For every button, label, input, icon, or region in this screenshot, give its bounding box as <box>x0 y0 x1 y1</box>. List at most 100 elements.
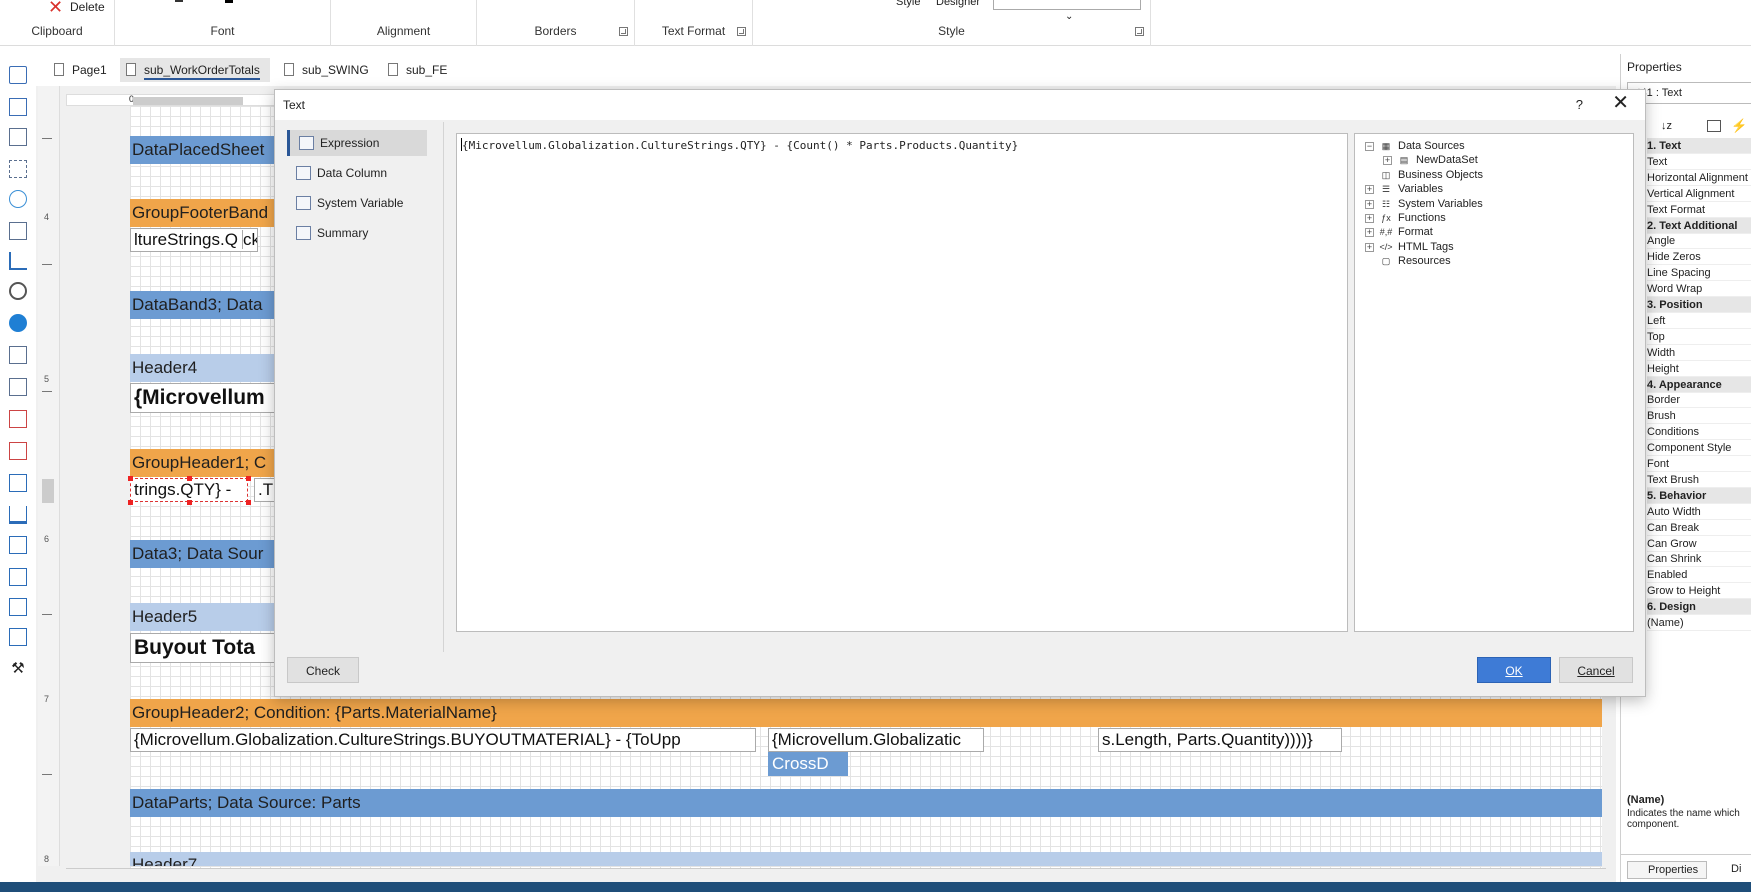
property-category[interactable]: 1. Text <box>1647 138 1751 154</box>
rich-text-icon[interactable] <box>9 222 27 240</box>
list-icon[interactable] <box>9 598 27 616</box>
band-groupheader2[interactable]: GroupHeader2; Condition: {Parts.Material… <box>130 699 1602 727</box>
band-dataparts[interactable]: DataParts; Data Source: Parts <box>130 789 1602 817</box>
dictionary-tree[interactable]: − ▦ Data Sources + ▤ NewDataSet ◫ Business Obje… <box>1354 133 1634 632</box>
designer-label[interactable]: Designer <box>936 0 980 8</box>
property-category[interactable]: 3. Position <box>1647 297 1751 313</box>
expression-editor[interactable]: {Microvellum.Globalization.CultureString… <box>456 133 1348 632</box>
panel-icon[interactable] <box>9 128 27 146</box>
expand-icon[interactable]: + <box>1383 156 1392 166</box>
horizontal-scrollbar[interactable] <box>66 868 1606 878</box>
property-row[interactable]: Line Spacing <box>1647 265 1751 282</box>
property-row[interactable]: Text Brush <box>1647 472 1751 488</box>
image-icon[interactable] <box>9 410 27 428</box>
window-icon[interactable] <box>9 474 27 492</box>
borders-launcher-icon[interactable] <box>619 27 628 36</box>
form-icon[interactable] <box>9 568 27 586</box>
barcode-icon[interactable] <box>9 160 27 178</box>
report-band-icon[interactable] <box>9 66 27 84</box>
expand-icon[interactable]: + <box>1365 228 1374 238</box>
expand-icon[interactable]: + <box>1365 214 1374 223</box>
tab-sub-workordertotals[interactable]: sub_WorkOrderTotals <box>120 58 270 82</box>
style-launcher-icon[interactable] <box>1135 27 1144 36</box>
property-row[interactable]: Text <box>1647 154 1751 170</box>
crossdata-band[interactable]: CrossD <box>768 752 848 776</box>
resize-handle[interactable] <box>187 476 192 481</box>
text-component[interactable]: {Microvellum.Globalization.CultureString… <box>130 728 756 752</box>
property-row[interactable]: Horizontal Alignment <box>1647 170 1751 186</box>
nav-summary[interactable]: Summary <box>287 220 427 246</box>
expand-icon[interactable]: + <box>1365 185 1374 195</box>
tab-dictionary[interactable]: Di <box>1731 863 1741 875</box>
close-icon[interactable]: ✕ <box>1612 93 1629 113</box>
text-component[interactable]: s.Length, Parts.Quantity))))} <box>1098 728 1342 752</box>
gauge-icon[interactable] <box>9 282 27 300</box>
property-row[interactable]: Can Break <box>1647 520 1751 536</box>
property-row[interactable]: Auto Width <box>1647 504 1751 520</box>
help-button[interactable]: ? <box>1576 97 1583 112</box>
tab-properties[interactable]: Properties <box>1627 861 1707 879</box>
property-row[interactable]: Word Wrap <box>1647 281 1751 298</box>
property-row[interactable]: Height <box>1647 361 1751 377</box>
chart-icon[interactable] <box>9 252 27 270</box>
property-row[interactable]: Top <box>1647 329 1751 345</box>
text-in-cells-icon[interactable] <box>9 378 27 396</box>
sort-alpha-icon[interactable]: ↓z <box>1661 120 1672 132</box>
property-row[interactable]: Angle <box>1647 233 1751 250</box>
layout-icon[interactable] <box>9 536 27 554</box>
property-row[interactable]: Enabled <box>1647 567 1751 584</box>
nav-system-variable[interactable]: System Variable <box>287 190 427 216</box>
resize-handle[interactable] <box>246 476 251 481</box>
style-combo[interactable] <box>993 0 1141 10</box>
map-icon[interactable] <box>9 314 27 332</box>
band-header7[interactable]: Header7 <box>130 852 1602 866</box>
text-component[interactable]: ltureStrings.Qck <box>130 228 258 252</box>
text-component[interactable]: Buyout Tota <box>130 633 280 663</box>
property-row[interactable]: Border <box>1647 392 1751 409</box>
property-row[interactable]: Component Style <box>1647 440 1751 457</box>
expand-icon[interactable]: + <box>1365 242 1374 252</box>
property-row[interactable]: Font <box>1647 456 1751 472</box>
image-alt-icon[interactable] <box>9 442 27 460</box>
property-row[interactable]: Can Grow <box>1647 536 1751 552</box>
properties-view-icon[interactable] <box>1707 120 1721 132</box>
property-row[interactable]: Can Shrink <box>1647 551 1751 568</box>
picture-icon[interactable] <box>9 628 27 646</box>
property-category[interactable]: 2. Text Additional <box>1647 217 1751 234</box>
tab-page1[interactable]: Page1 <box>48 58 117 82</box>
font-color-icon[interactable] <box>225 0 233 3</box>
nav-data-column[interactable]: Data Column <box>287 160 427 186</box>
text-icon[interactable] <box>9 346 27 364</box>
property-row[interactable]: Text Format <box>1647 202 1751 218</box>
text-component[interactable]: {Microvellum <box>130 383 280 413</box>
shape-icon[interactable] <box>9 190 27 208</box>
tools-icon[interactable]: ⚒ <box>9 660 27 678</box>
property-row[interactable]: Hide Zeros <box>1647 249 1751 266</box>
text-component[interactable]: {Microvellum.Globalizatic <box>768 728 984 752</box>
expand-icon[interactable]: + <box>1365 199 1374 209</box>
text-format-launcher-icon[interactable] <box>737 27 746 36</box>
property-row[interactable]: Grow to Height <box>1647 583 1751 600</box>
footer-icon[interactable] <box>9 506 27 524</box>
tab-sub-fe[interactable]: sub_FE <box>382 58 457 82</box>
resize-handle[interactable] <box>128 500 133 505</box>
property-category[interactable]: 4. Appearance <box>1647 376 1751 393</box>
property-row[interactable]: Vertical Alignment <box>1647 186 1751 202</box>
property-row[interactable]: (Name) <box>1647 615 1751 631</box>
chevron-down-icon[interactable]: ⌄ <box>1065 11 1073 22</box>
resize-handle[interactable] <box>128 476 133 481</box>
nav-expression[interactable]: Expression <box>287 130 427 156</box>
property-category[interactable]: 5. Behavior <box>1647 487 1751 504</box>
property-category[interactable]: 6. Design <box>1647 599 1751 616</box>
property-row[interactable]: Width <box>1647 345 1751 361</box>
tab-sub-swing[interactable]: sub_SWING <box>278 58 379 82</box>
selected-text-component[interactable]: trings.QTY} - <box>130 478 248 502</box>
resize-handle[interactable] <box>246 500 251 505</box>
check-button[interactable]: Check <box>287 657 359 683</box>
events-icon[interactable]: ⚡ <box>1731 118 1747 134</box>
property-row[interactable]: Conditions <box>1647 424 1751 441</box>
resize-handle[interactable] <box>187 500 192 505</box>
cancel-button[interactable]: Cancel <box>1559 657 1633 683</box>
property-row[interactable]: Left <box>1647 313 1751 329</box>
cross-band-icon[interactable] <box>9 98 27 116</box>
